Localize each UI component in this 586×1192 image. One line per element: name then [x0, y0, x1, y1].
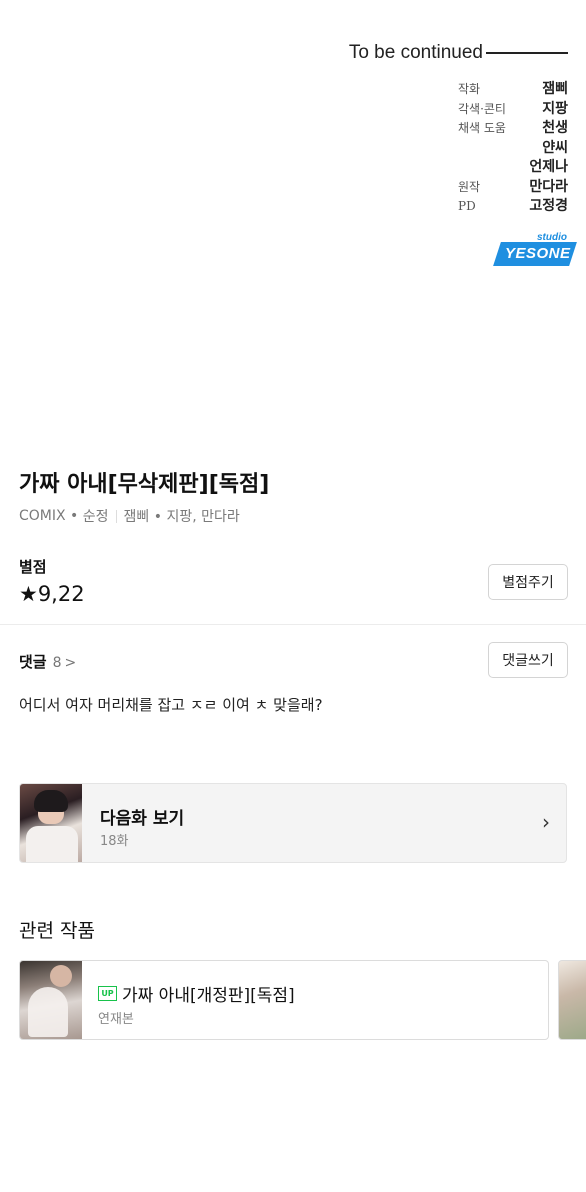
studio-logo-text: YESONE [505, 245, 571, 262]
credit-role: 작화 [458, 82, 481, 96]
credit-row: 채색 도움 천생 [458, 117, 568, 137]
credit-name: 만다라 [529, 178, 568, 195]
studio-logo: studio YESONE [493, 232, 577, 270]
credit-row: PD 고정경 [458, 195, 568, 215]
chevron-right-icon: > [64, 655, 77, 671]
write-comment-button[interactable]: 댓글쓰기 [488, 642, 568, 678]
work-platform: COMIX [19, 508, 66, 524]
credit-row: 원작 만다라 [458, 176, 568, 196]
credit-name: 천생 [542, 120, 568, 136]
next-episode-number: 18화 [100, 834, 129, 849]
credit-role: 원작 [458, 179, 481, 194]
credit-row: 각색·콘티 지팡 [458, 98, 568, 118]
credit-role: 각색·콘티 [458, 101, 506, 116]
related-works-heading: 관련 작품 [19, 920, 95, 942]
related-work-thumbnail [20, 961, 82, 1039]
comments-link[interactable]: 댓글 8 > [19, 651, 76, 672]
next-episode-title: 다음화 보기 [100, 809, 185, 829]
studio-logo-small-text: studio [537, 232, 567, 243]
work-title: 가짜 아내[무삭제판][독점] [19, 472, 270, 497]
credit-role: 채색 도움 [458, 121, 506, 135]
section-divider [0, 624, 586, 625]
thumbnail-figure [26, 826, 78, 862]
credit-name: 언제나 [529, 159, 568, 175]
to-be-continued-text: To be continued [348, 42, 483, 63]
credit-name: 지팡 [542, 100, 568, 117]
related-work-title: 가짜 아내[개정판][독점] [122, 986, 295, 1006]
work-genre: 순정 [82, 509, 109, 525]
meta-separator [115, 509, 117, 523]
related-work-card-next[interactable] [558, 960, 586, 1040]
thumbnail-veil [28, 987, 68, 1037]
credit-role: PD [458, 199, 476, 213]
credit-name: 고정경 [529, 198, 568, 214]
thumbnail-hair [34, 790, 68, 812]
related-work-card[interactable]: UP 가짜 아내[개정판][독점] 연재본 [19, 960, 549, 1040]
to-be-continued-line [486, 52, 568, 54]
chevron-right-icon: › [542, 810, 550, 834]
credit-row: 작화 잼삐 [458, 78, 568, 98]
meta-dot: • [65, 508, 83, 524]
thumbnail-head [50, 965, 72, 987]
rating-value: ★9,22 [19, 582, 85, 606]
rating-label: 별점 [19, 558, 47, 576]
rate-button[interactable]: 별점주기 [488, 564, 568, 600]
credit-row: 얀씨 [458, 137, 568, 157]
comments-label: 댓글 [19, 653, 47, 671]
top-comment: 어디서 여자 머리채를 잡고 ㅈㄹ 이여 ㅊ 맞을래? [19, 696, 323, 714]
credit-name: 얀씨 [542, 139, 568, 156]
episode-end-image: To be continued 작화 잼삐 각색·콘티 지팡 채색 도움 천생 … [0, 0, 586, 440]
up-badge-icon: UP [98, 986, 117, 1001]
related-work-subtitle: 연재본 [98, 1012, 134, 1027]
work-meta: COMIX • 순정 잼삐 • 지팡, 만다라 [19, 506, 240, 526]
credits-list: 작화 잼삐 각색·콘티 지팡 채색 도움 천생 얀씨 언제나 원작 만다라 PD… [458, 78, 568, 215]
next-episode-card[interactable]: 다음화 보기 18화 › [19, 783, 567, 863]
credit-name: 잼삐 [542, 81, 568, 97]
work-authors: 잼삐 • 지팡, 만다라 [123, 509, 240, 525]
comments-count: 8 [52, 655, 62, 671]
related-work-title-row: UP 가짜 아내[개정판][독점] [98, 981, 295, 1006]
next-episode-thumbnail [20, 784, 82, 862]
to-be-continued: To be continued [349, 42, 568, 64]
credit-row: 언제나 [458, 156, 568, 176]
